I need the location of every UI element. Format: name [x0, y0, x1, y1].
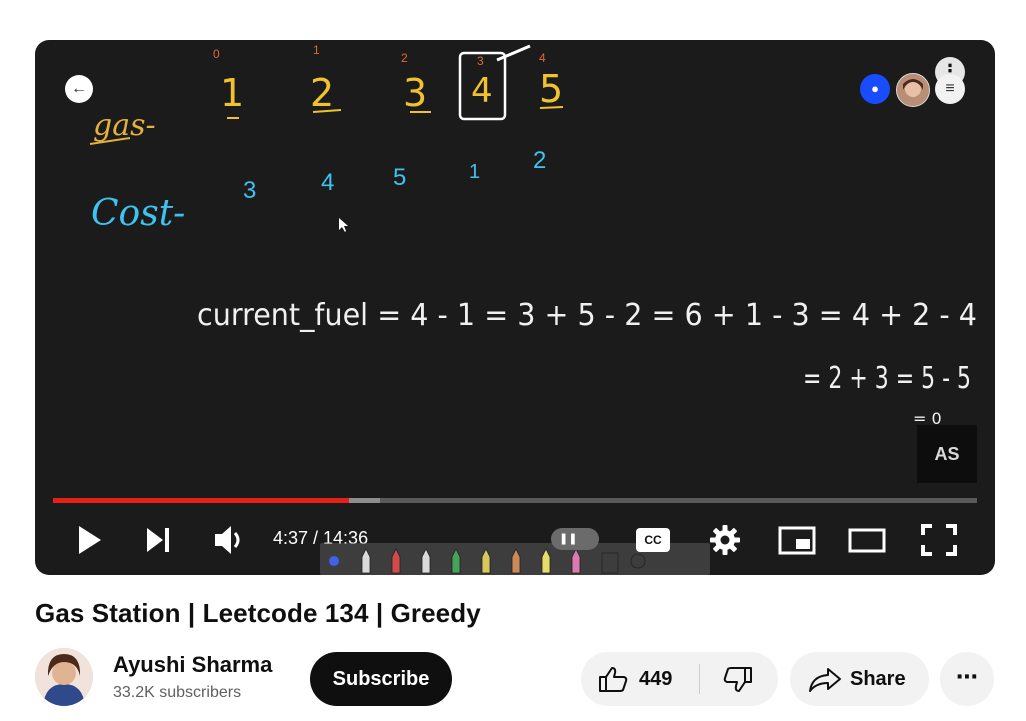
gas-value-3: 3	[403, 71, 427, 115]
fullscreen-icon	[921, 524, 957, 556]
like-button[interactable]: 449	[581, 652, 699, 706]
presenter-avatar	[896, 73, 930, 107]
whiteboard-canvas: gas- 0 1 2 3 4 1 2 3 4 5 Cost- 3 4 5 1 2…	[89, 43, 977, 428]
theater-mode-button[interactable]	[847, 518, 887, 562]
cost-value-4: 1	[469, 161, 480, 183]
like-count: 449	[639, 668, 673, 690]
progress-bar[interactable]	[53, 498, 977, 503]
gas-index-0: 0	[213, 47, 220, 61]
gas-index-3: 3	[477, 54, 484, 68]
theater-icon	[848, 528, 886, 553]
equation-line-2: = 2 + 3 = 5 - 5	[803, 361, 971, 396]
thumbs-up-icon	[599, 667, 628, 692]
share-label: Share	[850, 668, 906, 690]
miniplayer-button[interactable]	[777, 518, 817, 562]
subscribe-button[interactable]: Subscribe	[310, 652, 452, 706]
presenter-face-icon	[897, 74, 929, 106]
gas-index-4: 4	[539, 51, 546, 65]
gas-value-4: 4	[471, 71, 493, 111]
mouse-pointer-icon	[339, 218, 348, 232]
miniplayer-icon	[778, 526, 816, 555]
played-bar	[53, 498, 349, 503]
more-actions-button[interactable]: ⋯	[940, 652, 994, 706]
settings-button[interactable]	[707, 518, 743, 562]
cost-value-5: 2	[533, 147, 546, 174]
autoplay-toggle[interactable]: ❚❚	[551, 528, 599, 550]
cost-value-1: 3	[243, 177, 256, 204]
volume-button[interactable]	[211, 518, 247, 562]
back-arrow-button[interactable]: ←	[65, 75, 93, 103]
play-button[interactable]	[73, 518, 105, 562]
gas-label: gas-	[93, 108, 156, 143]
gas-value-1: 1	[220, 71, 244, 115]
volume-icon	[215, 526, 231, 554]
next-icon	[147, 528, 163, 552]
gas-index-1: 1	[313, 43, 320, 57]
participant-icon[interactable]: ●	[860, 74, 890, 104]
menu-icon[interactable]: ≡	[935, 74, 965, 104]
like-dislike-group: 449	[581, 652, 778, 706]
channel-avatar[interactable]	[35, 648, 93, 706]
subscriber-count: 33.2K subscribers	[113, 684, 242, 701]
channel-watermark[interactable]: AS	[917, 425, 977, 483]
share-icon	[809, 668, 841, 692]
cost-value-3: 5	[393, 164, 406, 191]
video-title: Gas Station | Leetcode 134 | Greedy	[35, 598, 481, 628]
pause-icon: ❚❚	[559, 533, 578, 545]
cost-label: Cost-	[91, 193, 185, 234]
gas-index-2: 2	[401, 51, 408, 65]
next-button[interactable]	[143, 518, 173, 562]
channel-name[interactable]: Ayushi Sharma	[113, 652, 272, 678]
gear-icon	[710, 525, 740, 555]
gas-value-2: 2	[310, 71, 334, 115]
avatar-icon	[35, 648, 93, 706]
video-player[interactable]: gas- 0 1 2 3 4 1 2 3 4 5 Cost- 3 4 5 1 2…	[35, 40, 995, 575]
play-icon	[79, 526, 101, 554]
share-button[interactable]: Share	[790, 652, 929, 706]
more-horiz-icon: ⋯	[956, 664, 978, 689]
gas-value-5: 5	[539, 67, 563, 111]
equation-line-1: current_fuel = 4 - 1 = 3 + 5 - 2 = 6 + 1…	[197, 298, 977, 333]
cost-value-2: 4	[321, 169, 334, 196]
fullscreen-button[interactable]	[919, 518, 959, 562]
thumbs-down-icon	[723, 667, 752, 692]
captions-button[interactable]: CC	[636, 528, 670, 552]
dislike-button[interactable]	[700, 652, 778, 706]
